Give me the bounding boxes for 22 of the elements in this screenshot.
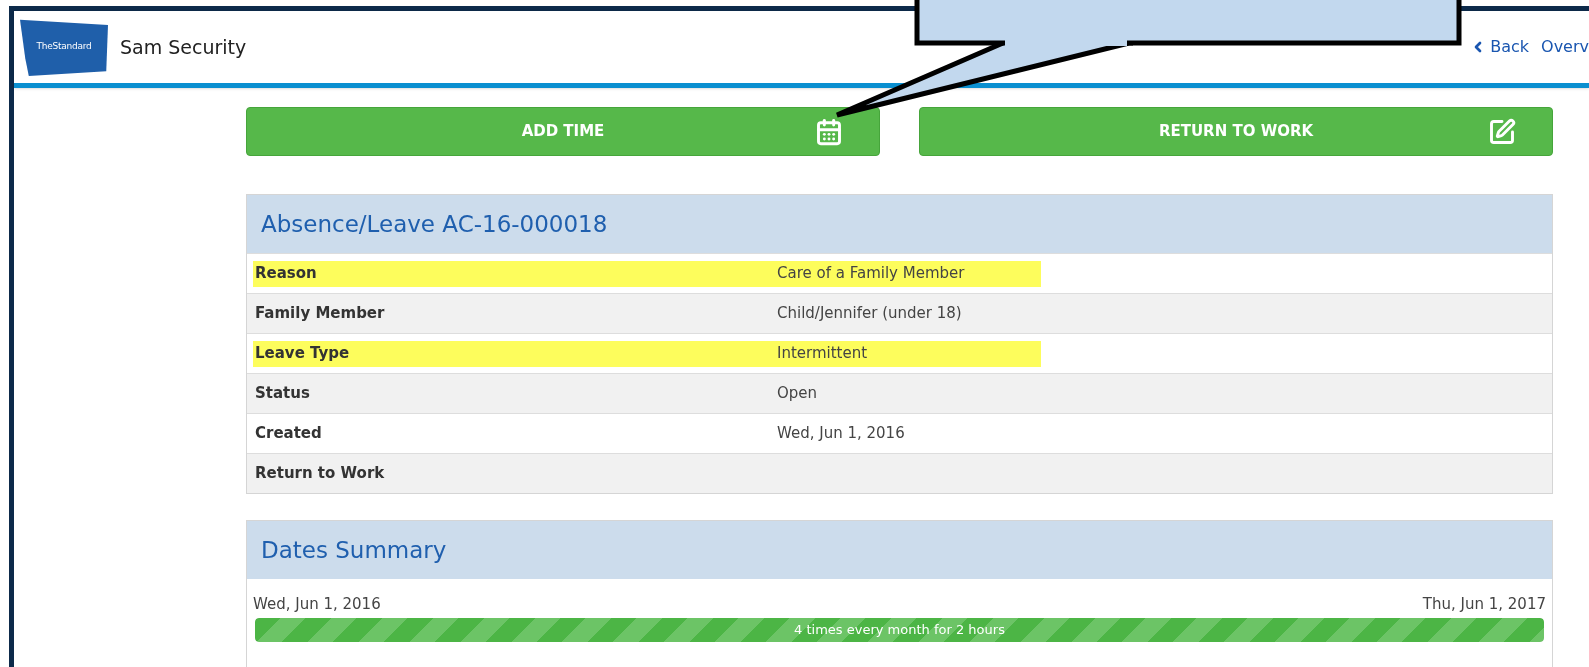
field-value: Wed, Jun 1, 2016 <box>776 423 906 445</box>
card-title: Absence/Leave AC-16-000018 <box>261 209 608 239</box>
field-value: Open <box>776 383 819 405</box>
field-label: Status <box>254 383 311 405</box>
back-link[interactable]: Back <box>1470 35 1530 59</box>
nav-link[interactable]: Overv <box>1541 35 1589 59</box>
user-name: Sam Security <box>120 34 247 60</box>
field-label: Leave Type <box>253 340 769 367</box>
field-value: Intermittent <box>769 340 1041 367</box>
card-title: Dates Summary <box>261 535 447 565</box>
field-value: Child/Jennifer (under 18) <box>776 303 963 325</box>
company-logo[interactable]: TheStandard <box>20 18 108 76</box>
edit-icon <box>1488 117 1516 146</box>
field-value: Care of a Family Member <box>769 260 1041 287</box>
field-label: Created <box>254 423 323 445</box>
calendar-icon <box>815 117 843 146</box>
field-label: Family Member <box>254 303 386 325</box>
start-date: Wed, Jun 1, 2016 <box>253 594 381 615</box>
field-label: Return to Work <box>254 463 386 485</box>
field-label: Reason <box>253 260 769 287</box>
end-date: Thu, Jun 1, 2017 <box>1422 594 1546 615</box>
leave-bar: 4 times every month for 2 hours <box>255 617 1544 642</box>
